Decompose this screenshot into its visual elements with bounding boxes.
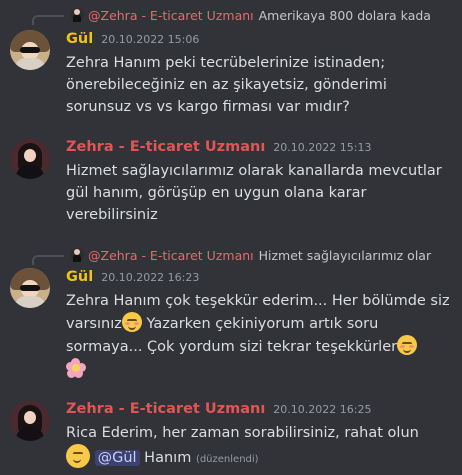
author-name[interactable]: Zehra - E-ticaret Uzmanı bbox=[66, 401, 265, 417]
edited-label: (düzenlendi) bbox=[195, 454, 259, 465]
reply-author[interactable]: @Zehra - E-ticaret Uzmanı bbox=[88, 248, 254, 263]
message-header: Gül 20.10.2022 15:06 bbox=[66, 31, 199, 47]
message-text: Zehra Hanım peki tecrübelerinize istinad… bbox=[66, 55, 387, 115]
message-text: Rica Ederim, her zaman sorabilirsiniz, r… bbox=[66, 422, 451, 471]
timestamp: 20.10.2022 15:13 bbox=[273, 141, 372, 154]
message-header: Gül 20.10.2022 16:23 bbox=[66, 269, 199, 285]
reply-avatar bbox=[70, 248, 84, 262]
reply-author[interactable]: @Zehra - E-ticaret Uzmanı bbox=[88, 8, 254, 23]
message-text: Hizmet sağlayıcılarımız olarak kanallard… bbox=[66, 163, 442, 223]
message-text: Zehra Hanım çok teşekkür ederim... Her b… bbox=[66, 290, 451, 381]
author-name[interactable]: Gül bbox=[66, 269, 93, 285]
author-name[interactable]: Zehra - E-ticaret Uzmanı bbox=[66, 139, 265, 155]
author-name[interactable]: Gül bbox=[66, 31, 93, 47]
reply-text: Amerikaya 800 dolara kada bbox=[258, 7, 431, 23]
reply-text: Hizmet sağlayıcılarımız olar bbox=[258, 247, 432, 263]
slightly-smiling-emoji-icon[interactable] bbox=[66, 444, 90, 468]
reply-preview[interactable]: @Zehra - E-ticaret Uzmanı Hizmet sağlayı… bbox=[20, 245, 460, 265]
reply-spine bbox=[32, 255, 64, 265]
smiling-blush-emoji-icon[interactable] bbox=[121, 312, 142, 332]
timestamp: 20.10.2022 16:25 bbox=[273, 403, 372, 416]
avatar[interactable] bbox=[10, 30, 50, 70]
reply-preview[interactable]: @Zehra - E-ticaret Uzmanı Amerikaya 800 … bbox=[20, 5, 460, 25]
cherry-blossom-emoji-icon[interactable] bbox=[66, 358, 86, 378]
message-text-part: Hanım bbox=[139, 450, 192, 466]
timestamp: 20.10.2022 16:23 bbox=[101, 271, 200, 284]
message-text-part: Rica Ederim, her zaman sorabilirsiniz, r… bbox=[66, 425, 419, 441]
reply-spine bbox=[32, 15, 64, 25]
user-mention[interactable]: @Gül bbox=[94, 450, 140, 466]
avatar[interactable] bbox=[10, 401, 50, 441]
message-header: Zehra - E-ticaret Uzmanı 20.10.2022 15:1… bbox=[66, 139, 371, 155]
message-header: Zehra - E-ticaret Uzmanı 20.10.2022 16:2… bbox=[66, 401, 371, 417]
avatar[interactable] bbox=[10, 268, 50, 308]
avatar[interactable] bbox=[10, 139, 50, 179]
reply-avatar bbox=[70, 8, 84, 22]
smiling-blush-emoji-icon[interactable] bbox=[397, 335, 418, 355]
timestamp: 20.10.2022 15:06 bbox=[101, 33, 200, 46]
